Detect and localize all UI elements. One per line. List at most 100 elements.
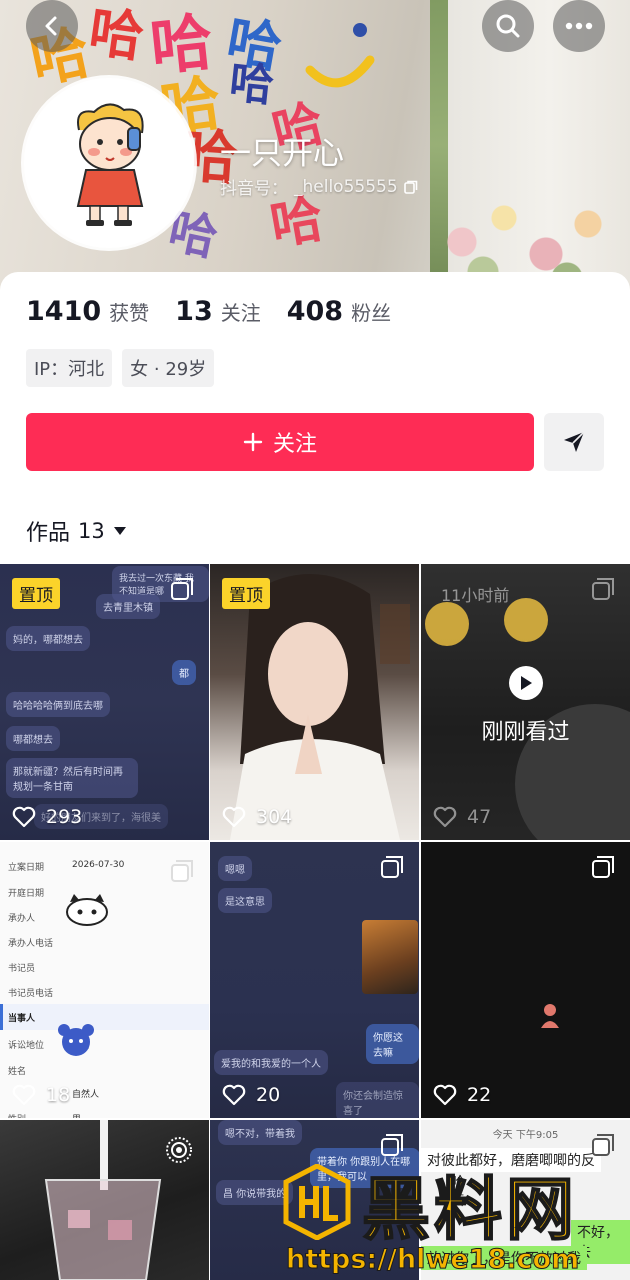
- shared-image: [362, 920, 418, 994]
- bear-sticker-icon: [58, 1024, 94, 1056]
- video-thumbnail[interactable]: 立案日期 2026-07-30 开庭日期 承办人 承办人电话 书记员 书记员电话…: [0, 842, 209, 1118]
- chat-bubble: 嗯嗯: [218, 856, 252, 881]
- avatar[interactable]: [24, 78, 194, 248]
- avatar-cartoon-girl-icon: [29, 83, 189, 243]
- multi-image-icon: [381, 856, 403, 878]
- like-count-value: 47: [467, 806, 492, 828]
- profile-tags: IP：河北 女 · 29岁: [26, 349, 215, 387]
- works-count: 13: [78, 519, 105, 543]
- pinned-badge: 置顶: [12, 578, 60, 609]
- stat-value: 13: [175, 296, 213, 327]
- emoji-face-icon: [425, 598, 548, 646]
- stat-label: 粉丝: [351, 301, 392, 325]
- heart-icon: [433, 806, 457, 828]
- chat-bubble: 你愿这去嘛: [366, 1024, 419, 1064]
- cat-sticker-icon: [66, 894, 108, 926]
- form-value: 2026-07-30: [72, 860, 125, 870]
- multi-image-icon: [592, 578, 614, 600]
- user-id-label: 抖音号：: [220, 179, 288, 199]
- video-thumbnail[interactable]: 11小时前 刚刚看过 47: [421, 564, 630, 840]
- form-section-label: 当事人: [8, 1014, 36, 1024]
- nickname: 一只开心: [220, 136, 344, 172]
- chat-bubble: 去青里木镇: [96, 594, 160, 619]
- form-label: 诉讼地位: [8, 1041, 45, 1051]
- stat-label: 关注: [220, 301, 261, 325]
- drink-cup-icon: [44, 1120, 162, 1280]
- banner-swirl-icon: [305, 23, 375, 88]
- form-value: 自然人: [72, 1090, 100, 1100]
- multi-image-icon: [171, 860, 193, 882]
- plus-icon: [243, 432, 263, 452]
- stat-value: 1410: [26, 296, 102, 327]
- form-label: 立案日期: [8, 863, 45, 873]
- search-button[interactable]: [482, 0, 534, 52]
- video-thumbnail[interactable]: [0, 1120, 209, 1280]
- video-thumbnail[interactable]: 22: [421, 842, 630, 1118]
- form-value: 男: [72, 1112, 81, 1118]
- form-label: 开庭日期: [8, 889, 45, 899]
- like-count-value: 293: [46, 806, 83, 828]
- recently-watched-label: 刚刚看过: [481, 720, 570, 745]
- chat-bubble: 是这意思: [218, 888, 272, 913]
- video-thumbnail[interactable]: 嗯嗯 是这意思 你愿这去嘛 爱我的和我爱的一个人 你还会制造惊喜了 20: [210, 842, 419, 1118]
- stat-following[interactable]: 13 关注: [175, 296, 261, 327]
- form-label: 书记员电话: [8, 989, 54, 999]
- stat-likes[interactable]: 1410 获赞: [26, 296, 149, 327]
- stat-value: 408: [286, 296, 344, 327]
- heart-icon: [433, 1084, 457, 1106]
- site-watermark: 黑料网 https://hlwe18.com: [282, 1150, 630, 1280]
- more-icon: [565, 22, 593, 30]
- tag-ip: IP：河北: [26, 349, 113, 387]
- play-button[interactable]: [509, 666, 543, 700]
- watermark-logo-icon: [283, 1164, 351, 1240]
- like-count-value: 304: [256, 806, 293, 828]
- form-label: 承办人电话: [8, 939, 54, 949]
- copy-icon[interactable]: [403, 180, 418, 194]
- share-button[interactable]: [544, 413, 604, 471]
- user-id: 抖音号： _hello55555: [220, 174, 418, 199]
- search-icon: [496, 14, 520, 38]
- multi-image-icon: [592, 856, 614, 878]
- heart-icon: [222, 1084, 246, 1106]
- multi-image-icon: [171, 578, 193, 600]
- more-button[interactable]: [553, 0, 605, 52]
- chat-bubble: 都: [172, 660, 196, 685]
- video-thumbnail[interactable]: 置顶 304: [210, 564, 419, 840]
- stats-row: 1410 获赞 13 关注 408 粉丝: [26, 296, 391, 327]
- form-label: 承办人: [8, 914, 36, 924]
- tag-gender-age: 女 · 29岁: [122, 349, 215, 387]
- like-count: 18: [12, 1084, 70, 1106]
- follow-label: 关注: [272, 432, 317, 457]
- like-count: 20: [222, 1084, 280, 1106]
- chat-bubble: 爱我的和我爱的一个人: [214, 1050, 328, 1075]
- banner-letter: 哈: [85, 0, 148, 70]
- stat-label: 获赞: [109, 301, 150, 325]
- chat-bubble: 那就新疆？然后有时间再规划一条甘南: [6, 758, 138, 798]
- user-id-value: _hello55555: [294, 176, 398, 197]
- like-count: 47: [433, 806, 491, 828]
- chat-bubble: 你还会制造惊喜了: [336, 1082, 419, 1118]
- heart-icon: [12, 806, 36, 828]
- stat-followers[interactable]: 408 粉丝: [287, 296, 391, 327]
- video-thumbnail[interactable]: 我去过一次东藏 我不知道是哪 去青里木镇 妈的，哪都想去 都 哈哈哈哈俩到底去哪…: [0, 564, 209, 840]
- play-icon: [521, 676, 532, 690]
- works-tab[interactable]: 作品 13: [26, 515, 127, 547]
- like-count: 304: [222, 806, 292, 828]
- like-count-value: 18: [46, 1084, 71, 1106]
- like-count: 22: [433, 1084, 491, 1106]
- like-count-value: 20: [256, 1084, 281, 1106]
- chat-bubble: 哈哈哈哈俩到底去哪: [6, 692, 110, 717]
- form-label: 书记员: [8, 964, 36, 974]
- chat-bubble: 妈的，哪都想去: [6, 626, 90, 651]
- back-button[interactable]: [26, 0, 78, 52]
- chevron-left-icon: [45, 16, 57, 36]
- watermark-url: https://hlwe18.com: [285, 1244, 580, 1276]
- heart-icon: [222, 806, 246, 828]
- chat-bubble: 哪都想去: [6, 726, 60, 751]
- pinned-badge: 置顶: [222, 578, 270, 609]
- share-arrow-icon: [564, 431, 585, 452]
- form-label: 性别: [8, 1112, 26, 1118]
- small-figure-icon: [541, 1004, 559, 1028]
- like-count-value: 22: [467, 1084, 492, 1106]
- follow-button[interactable]: 关注: [26, 413, 534, 471]
